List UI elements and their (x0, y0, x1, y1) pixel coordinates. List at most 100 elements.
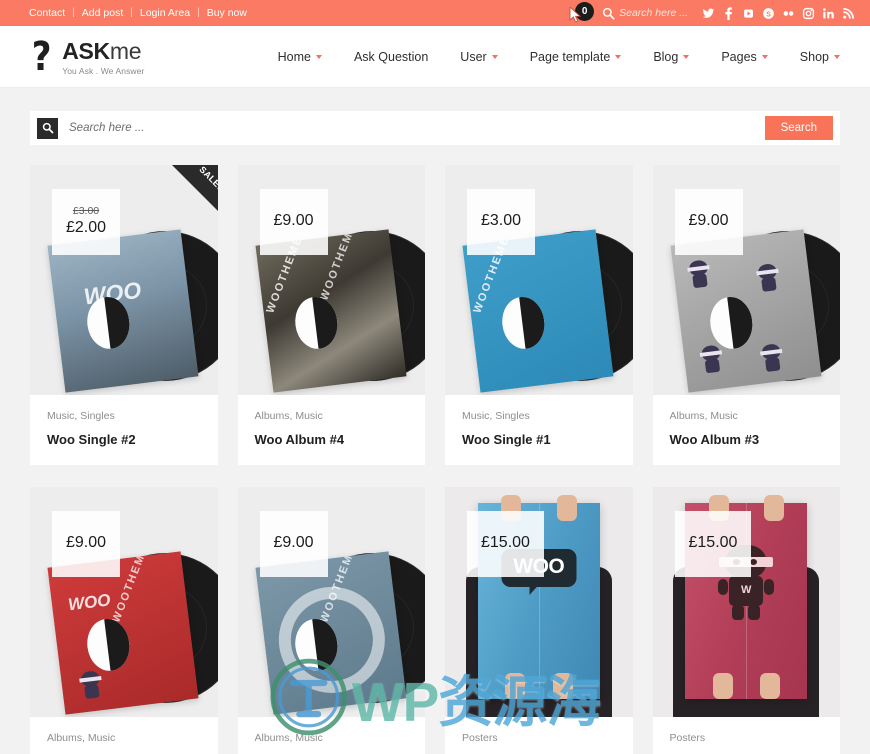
top-link-separator: | (197, 7, 200, 18)
top-link-login-area[interactable]: Login Area (139, 7, 191, 19)
hand-icon (552, 673, 573, 699)
product-info: Music, Singles Woo Single #1 (445, 395, 633, 465)
nav-item-blog[interactable]: Blog (637, 50, 705, 64)
search-input[interactable] (58, 122, 757, 134)
sleeve-woo-text: WOO (67, 590, 112, 615)
product-card[interactable]: WOOTHEMES £9.00 Albums, Music (237, 487, 425, 754)
nav-item-home[interactable]: Home (262, 50, 338, 64)
product-category[interactable]: Posters (670, 732, 824, 744)
hand-icon (505, 673, 525, 699)
price-current: £9.00 (688, 212, 729, 229)
chevron-down-icon (315, 54, 322, 59)
product-card[interactable]: WOOTHEMES WOOTHEMES £9.00 Albums, Music … (237, 165, 425, 465)
product-card[interactable]: WOO SALE! £3.00 £2.00 Music, Singles Woo… (30, 165, 218, 465)
product-category[interactable]: Albums, Music (47, 732, 201, 744)
product-image[interactable]: WOOTHEMES WOOTHEMES £9.00 (237, 165, 425, 395)
product-title[interactable]: Woo Album #4 (255, 432, 409, 447)
price-current: £3.00 (481, 212, 522, 229)
facebook-icon[interactable] (718, 0, 738, 26)
product-image[interactable]: WOOTHEMES £3.00 (445, 165, 633, 395)
price-badge: £9.00 (259, 511, 328, 577)
sleeve-hole (706, 294, 755, 352)
price-badge: £3.00 (467, 189, 536, 255)
nav-label: Ask Question (353, 49, 429, 64)
product-image[interactable]: WOO WOOTHEMES £9.00 (30, 487, 218, 717)
product-image[interactable]: WOO SALE! £3.00 £2.00 (30, 165, 218, 395)
twitter-icon[interactable] (698, 0, 718, 26)
product-category[interactable]: Music, Singles (462, 410, 616, 422)
logo-tagline: You Ask . We Answer (62, 65, 145, 76)
price-badge: £9.00 (52, 511, 121, 577)
product-card[interactable]: WOO WOOTHEMES £9.00 Albums, Music (30, 487, 218, 754)
nav-item-ask-question[interactable]: Ask Question (338, 50, 444, 64)
chevron-down-icon (834, 54, 840, 59)
nav-item-pages[interactable]: Pages (705, 50, 783, 64)
ninja-icon (686, 259, 711, 289)
logo-name-light: me (109, 37, 142, 64)
top-search-placeholder[interactable]: Search here ... (619, 7, 688, 19)
nav-label: Pages (721, 49, 757, 64)
site-logo[interactable]: ? ASKme You Ask . We Answer (30, 33, 145, 80)
top-search-icon[interactable] (597, 0, 619, 26)
nav-item-page-template[interactable]: Page template (514, 50, 638, 64)
product-category[interactable]: Albums, Music (255, 732, 409, 744)
flickr-icon[interactable] (778, 0, 798, 26)
top-link-separator: | (130, 7, 133, 18)
rss-icon[interactable] (838, 0, 858, 26)
chevron-down-icon (491, 54, 498, 59)
product-image[interactable]: WOO £15.00 (445, 487, 633, 717)
product-image[interactable]: WOOTHEMES £9.00 (237, 487, 425, 717)
sleeve-hole (84, 616, 133, 674)
product-title[interactable]: Woo Single #1 (462, 432, 616, 447)
price-badge: £9.00 (259, 189, 328, 255)
search-button[interactable]: Search (764, 116, 833, 140)
product-search-bar: Search (30, 111, 840, 145)
skype-icon[interactable]: S (758, 0, 778, 26)
top-bar: Contact | Add post | Login Area | Buy no… (0, 0, 870, 26)
product-image[interactable]: £9.00 (652, 165, 840, 395)
top-bar-right: 0 Search here ... S (565, 0, 858, 26)
product-category[interactable]: Albums, Music (670, 410, 824, 422)
product-info: Music, Singles Woo Single #2 (30, 395, 218, 465)
main-navigation: Home Ask Question User Page template Blo… (262, 50, 840, 64)
linkedin-icon[interactable] (818, 0, 838, 26)
product-info: Posters (652, 717, 840, 754)
price-old: £3.00 (72, 205, 100, 217)
product-category[interactable]: Music, Singles (47, 410, 201, 422)
product-info: Albums, Music Woo Album #3 (652, 395, 840, 465)
search-icon[interactable] (37, 117, 58, 139)
logo-name-bold: ASK (62, 37, 110, 64)
social-links: S (698, 0, 858, 26)
nav-label: User (460, 49, 487, 64)
youtube-icon[interactable] (738, 0, 758, 26)
nav-label: Shop (799, 49, 829, 64)
question-mark-icon: ? (31, 33, 52, 80)
top-link-buy-now[interactable]: Buy now (206, 7, 248, 19)
product-card[interactable]: WOOTHEMES £3.00 Music, Singles Woo Singl… (445, 165, 633, 465)
sale-ribbon-label: SALE! (196, 165, 218, 192)
price-badge: £9.00 (674, 189, 743, 255)
mouse-cursor-icon (569, 7, 582, 23)
product-image[interactable]: W £15.00 (652, 487, 840, 717)
site-header: ? ASKme You Ask . We Answer Home Ask Que… (0, 26, 870, 88)
svg-text:S: S (766, 11, 771, 18)
instagram-icon[interactable] (798, 0, 818, 26)
product-card[interactable]: W £15.00 Posters (652, 487, 840, 754)
product-title[interactable]: Woo Single #2 (47, 432, 201, 447)
price-current: £2.00 (66, 219, 107, 236)
product-card[interactable]: WOO £15.00 Posters (445, 487, 633, 754)
top-link-add-post[interactable]: Add post (81, 7, 124, 19)
nav-item-shop[interactable]: Shop (784, 50, 840, 64)
top-link-contact[interactable]: Contact (28, 7, 66, 19)
cart-button[interactable]: 0 (565, 0, 595, 26)
product-category[interactable]: Albums, Music (255, 410, 409, 422)
chevron-down-icon (615, 54, 622, 59)
price-badge: £3.00 £2.00 (52, 189, 121, 255)
ninja-icon (759, 343, 784, 373)
ninja-icon (79, 670, 104, 700)
product-category[interactable]: Posters (462, 732, 616, 744)
ninja-icon (699, 344, 724, 374)
product-card[interactable]: £9.00 Albums, Music Woo Album #3 (652, 165, 840, 465)
nav-item-user[interactable]: User (444, 50, 513, 64)
product-title[interactable]: Woo Album #3 (670, 432, 824, 447)
